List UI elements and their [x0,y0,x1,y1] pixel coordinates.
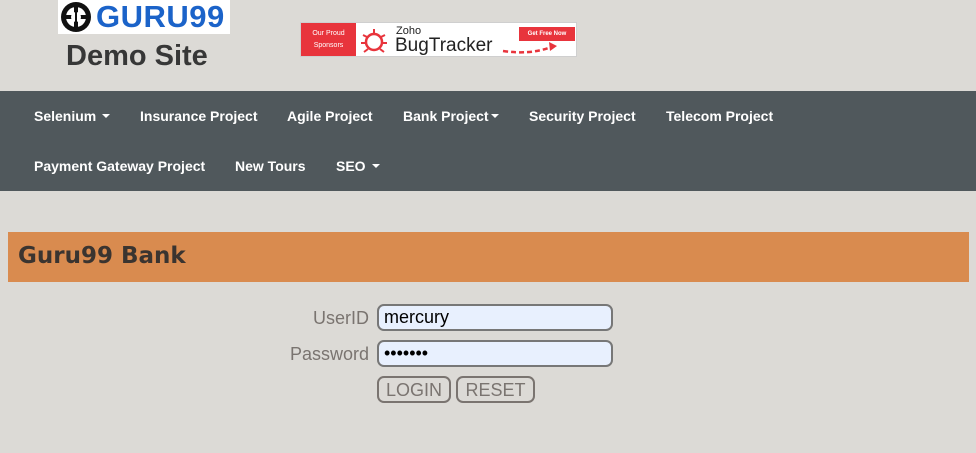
sponsor-brand-large: BugTracker [395,35,493,56]
nav-item-label: Payment Gateway Project [34,158,206,174]
chevron-down-icon [371,164,380,169]
nav-item-selenium[interactable]: Selenium [34,107,111,125]
nav-item-label: Security Project [529,108,636,124]
logo-text: GURU99 [96,0,225,34]
nav-item-payment-gateway-project[interactable]: Payment Gateway Project [34,157,205,175]
guru99-logo-icon [61,2,91,32]
reset-button[interactable]: RESET [456,376,535,403]
dashed-arrow-icon [502,42,557,54]
sponsor-banner[interactable]: Our Proud Sponsors Zoho BugTracker Get F… [300,22,577,57]
nav-item-label: Selenium [34,108,97,124]
nav-item-bank-project[interactable]: Bank Project [403,107,499,125]
chevron-down-icon [102,114,111,119]
nav-item-label: Telecom Project [666,108,774,124]
nav-item-security-project[interactable]: Security Project [529,107,636,125]
main-navbar: Selenium Insurance Project Agile Project… [0,91,976,191]
userid-input[interactable] [377,304,613,331]
chevron-down-icon [490,114,499,119]
password-label: Password [289,344,369,364]
site-header: GURU99 Demo Site Our Proud Sponsors Zoho… [0,0,976,91]
nav-item-telecom-project[interactable]: Telecom Project [666,107,773,125]
login-button[interactable]: LOGIN [377,376,451,403]
nav-item-insurance-project[interactable]: Insurance Project [140,107,258,125]
nav-item-label: SEO [336,158,366,174]
bug-icon [361,29,387,53]
nav-item-seo[interactable]: SEO [336,157,380,175]
get-free-now-button[interactable]: Get Free Now [519,27,575,41]
nav-item-label: New Tours [235,158,306,174]
nav-item-agile-project[interactable]: Agile Project [287,107,373,125]
sponsor-tagline-line1: Our Proud [312,30,345,37]
guru99-logo[interactable]: GURU99 [58,0,230,34]
sponsor-tagline: Our Proud Sponsors [301,23,356,56]
bank-title-bar: Guru99 Bank [8,232,969,282]
nav-item-label: Bank Project [403,108,489,124]
nav-item-label: Insurance Project [140,108,258,124]
nav-item-new-tours[interactable]: New Tours [235,157,306,175]
sponsor-tagline-line2: Sponsors [313,42,344,49]
page-title: Guru99 Bank [18,243,186,269]
nav-item-label: Agile Project [287,108,373,124]
password-input[interactable] [377,340,613,367]
site-title: Demo Site [66,40,208,72]
userid-label: UserID [312,308,369,328]
